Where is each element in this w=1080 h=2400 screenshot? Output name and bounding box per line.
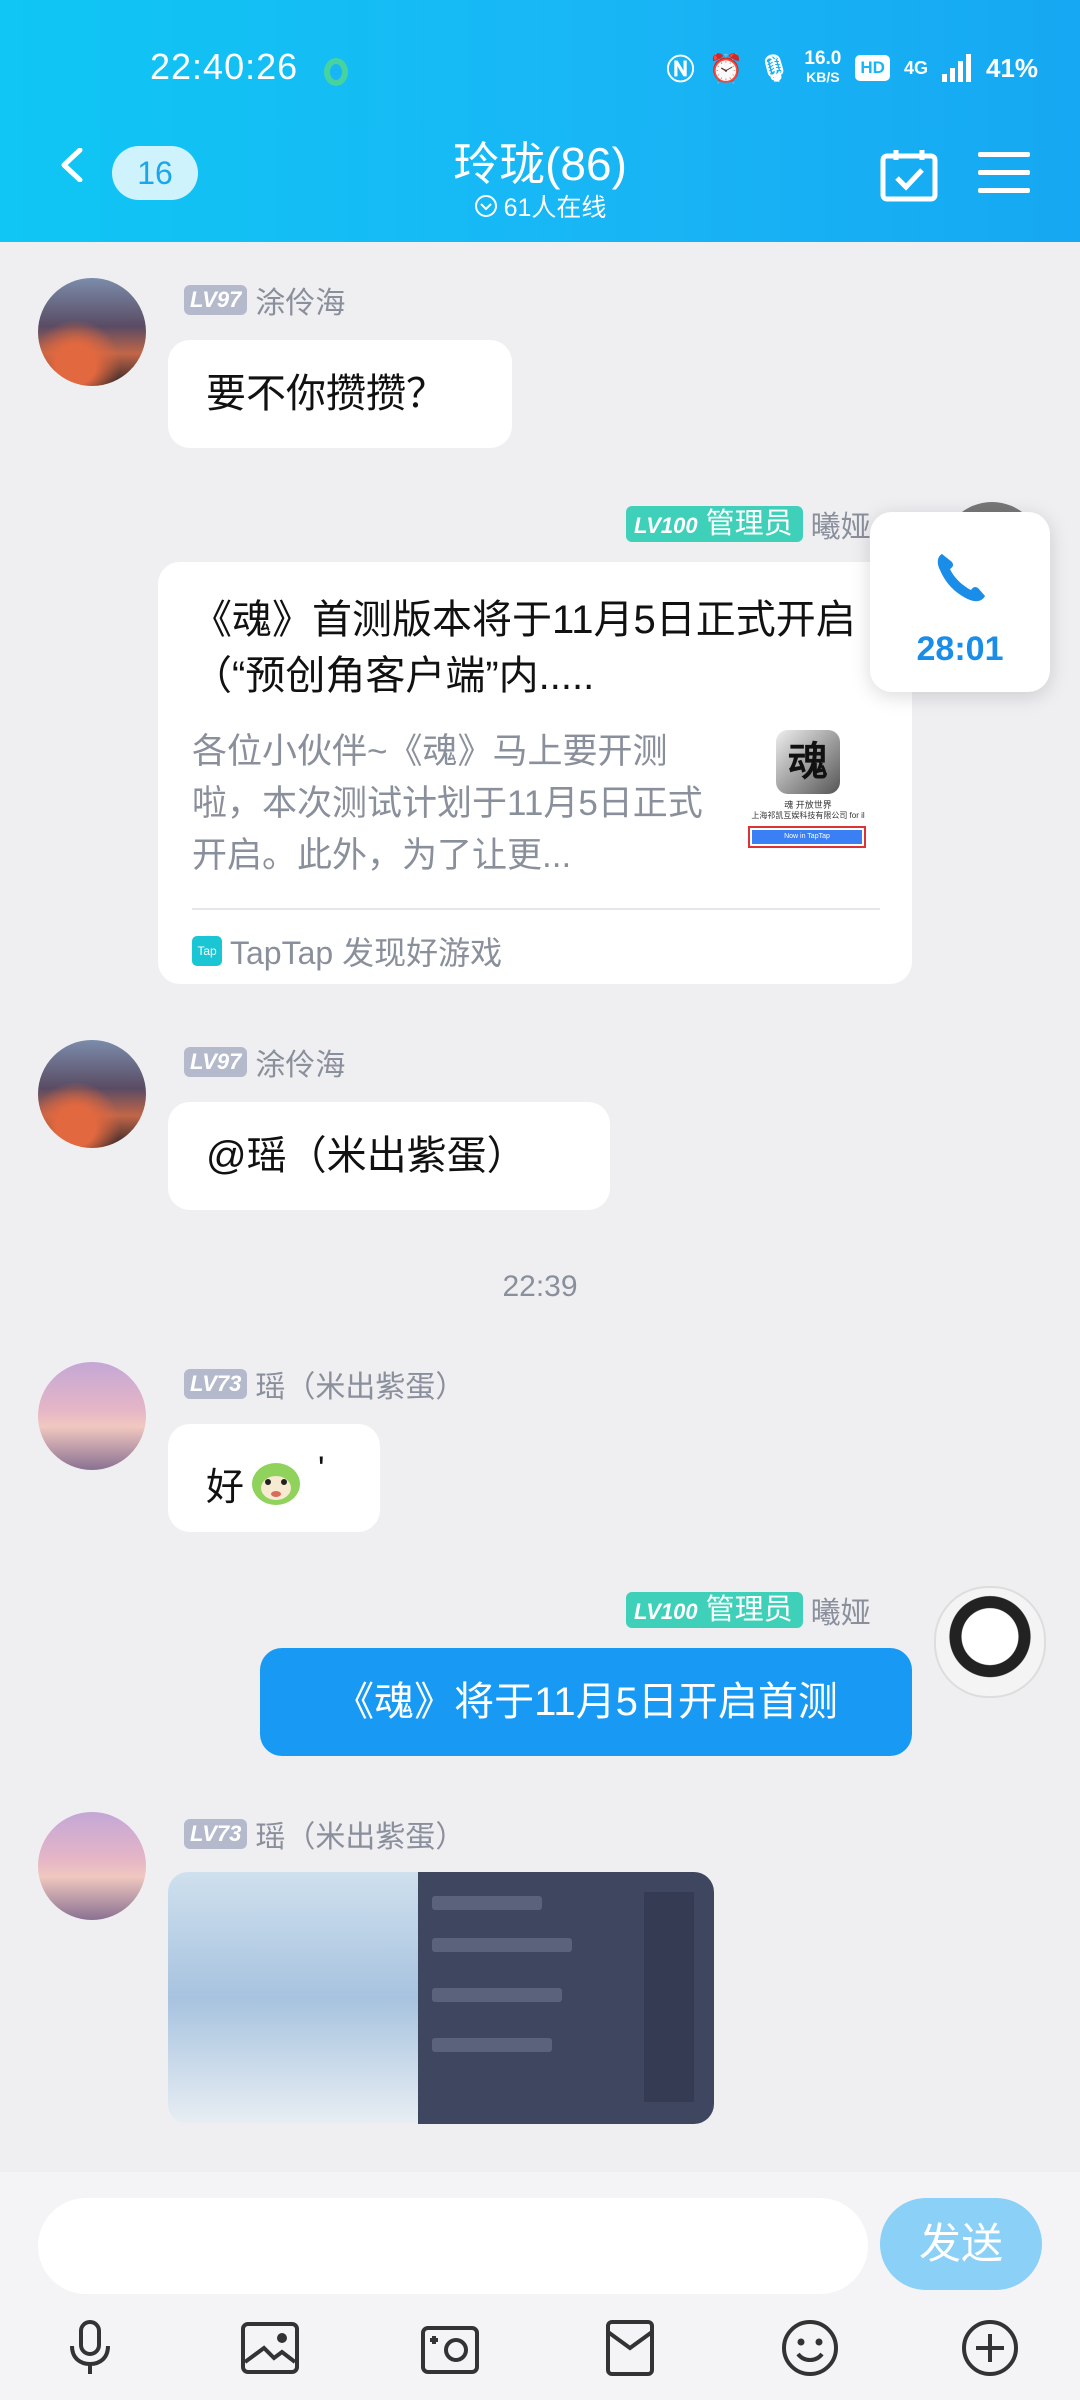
card-source: Tap TapTap 发现好游戏 [192, 928, 502, 974]
sender-name[interactable]: 涂伶海 [255, 1040, 345, 1084]
camera-icon[interactable] [420, 2318, 480, 2378]
admin-badge: LV100 管理员 [626, 1592, 803, 1628]
plus-icon[interactable] [960, 2318, 1020, 2378]
red-packet-icon[interactable] [600, 2318, 660, 2378]
sender-name[interactable]: 瑶（米出紫蛋） [255, 1362, 465, 1406]
taptap-icon: Tap [192, 936, 222, 966]
card-thumbnail: 魂 魂 开放世界 上海祁凯互娱科技有限公司 for il Now in TapT… [740, 730, 876, 866]
status-time: 22:40:26 [150, 46, 299, 87]
status-right: Ⓝ ⏰ 🎙 16.0 KB/S HD 4G 41% [666, 48, 1038, 88]
menu-icon[interactable] [978, 150, 1030, 196]
time-separator: 22:39 [502, 1270, 578, 1303]
message-suffix: ' [318, 1450, 325, 1488]
sender-meta: LV97 涂伶海 [184, 278, 345, 322]
message-bubble[interactable]: 好 ' [168, 1424, 380, 1532]
avatar[interactable] [38, 1040, 146, 1148]
app-header: 22:40:26 Ⓝ ⏰ 🎙 16.0 KB/S HD 4G 41% 16 玲珑… [0, 0, 1080, 242]
picture-icon[interactable] [240, 2318, 300, 2378]
send-button[interactable]: 发送 [880, 2198, 1042, 2290]
sender-meta: LV100 管理员 曦娅 [626, 1588, 871, 1632]
sender-meta: LV73 瑶（米出紫蛋） [184, 1812, 465, 1856]
screenshot-right-panel [418, 1872, 714, 2124]
message-bubble[interactable]: @瑶（米出紫蛋） [168, 1102, 610, 1210]
message-input[interactable] [38, 2198, 868, 2294]
network-type: 4G [903, 57, 928, 78]
alarm-icon: ⏰ [708, 52, 744, 84]
call-duration: 28:01 [916, 630, 1004, 668]
game-logo: 魂 [776, 730, 840, 794]
avatar[interactable] [38, 278, 146, 386]
emoji-icon[interactable] [780, 2318, 840, 2378]
card-description: 各位小伙伴~《魂》马上要开测啦，本次测试计划于11月5日正式开启。此外，为了让更… [192, 732, 703, 875]
sender-name[interactable]: 曦娅 [811, 1588, 871, 1632]
message-text: 好 [206, 1465, 245, 1509]
mic-status-icon: 🎙 [757, 52, 791, 83]
avatar[interactable] [934, 1586, 1046, 1698]
message-bubble[interactable]: 要不你攒攒？ [168, 340, 512, 448]
chevron-down-circle-icon [474, 195, 497, 217]
qq-status-icon [324, 58, 348, 86]
image-message[interactable] [168, 1872, 714, 2124]
sender-meta: LV73 瑶（米出紫蛋） [184, 1362, 465, 1406]
calendar-check-icon[interactable] [880, 148, 938, 202]
frog-sticker-icon [252, 1463, 300, 1505]
avatar[interactable] [38, 1812, 146, 1920]
sender-name[interactable]: 瑶（米出紫蛋） [255, 1812, 465, 1856]
level-badge: LV97 [184, 285, 248, 315]
phone-icon [937, 554, 985, 602]
avatar[interactable] [38, 1362, 146, 1470]
screenshot-left-panel [168, 1872, 418, 2124]
network-speed: 16.0 KB/S [804, 48, 842, 85]
online-count: 61人在线 [503, 194, 607, 222]
level-badge: LV73 [184, 1369, 248, 1399]
signal-icon [941, 54, 971, 82]
mic-icon[interactable] [60, 2318, 120, 2378]
link-card[interactable]: 《魂》首测版本将于11月5日正式开启（“预创角客户端”内..... 各位小伙伴~… [158, 562, 912, 984]
divider [192, 908, 880, 910]
sender-meta: LV100 管理员 曦娅 [626, 502, 871, 546]
level-badge: LV73 [184, 1819, 248, 1849]
hd-badge: HD [855, 55, 890, 81]
message-bubble[interactable]: 《魂》将于11月5日开启首测 [260, 1648, 912, 1756]
card-title: 《魂》首测版本将于11月5日正式开启（“预创角客户端”内..... [192, 598, 856, 698]
sender-meta: LV97 涂伶海 [184, 1040, 345, 1084]
voice-call-float[interactable]: 28:01 [870, 512, 1050, 692]
sender-name[interactable]: 涂伶海 [255, 278, 345, 322]
nfc-icon: Ⓝ [666, 54, 695, 85]
sender-name[interactable]: 曦娅 [811, 502, 871, 546]
level-badge: LV97 [184, 1047, 248, 1077]
admin-badge: LV100 管理员 [626, 506, 803, 542]
battery-level: 41% [985, 52, 1038, 83]
